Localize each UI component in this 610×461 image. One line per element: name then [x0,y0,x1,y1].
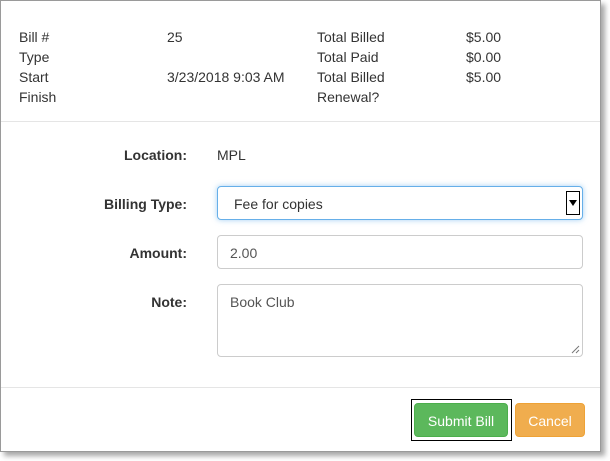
footer-divider [1,387,600,388]
total-billed-label: Total Billed [317,29,385,45]
caret-down-icon[interactable] [566,191,580,215]
total-paid-value: $0.00 [466,49,502,65]
resize-grip-icon[interactable] [571,345,580,354]
start-value: 3/23/2018 9:03 AM [167,69,285,85]
total-billed-renewal-label-line2: Renewal? [317,89,380,105]
summary-divider [1,121,600,122]
amount-input[interactable]: 2.00 [217,235,583,269]
total-paid-label: Total Paid [317,49,379,65]
start-label: Start [19,69,49,85]
note-textarea-value: Book Club [230,294,295,310]
billing-type-label: Billing Type: [104,196,187,212]
bill-number-value: 25 [167,29,183,45]
total-billed-renewal-label-line1: Total Billed [317,69,385,85]
cancel-button[interactable]: Cancel [515,403,585,437]
amount-input-value: 2.00 [230,245,258,261]
bill-number-label: Bill # [19,29,50,45]
location-label: Location: [124,147,187,163]
bill-summary: Bill # 25 Total Billed $5.00 Type Total … [1,1,600,121]
billing-type-select[interactable]: Fee for copies [217,186,583,220]
type-label: Type [19,49,50,65]
amount-label: Amount: [129,245,187,261]
note-textarea[interactable]: Book Club [217,284,583,357]
note-label: Note: [151,294,187,310]
location-value: MPL [217,147,246,163]
total-billed-renewal-value: $5.00 [466,69,502,85]
bill-dialog: Bill # 25 Total Billed $5.00 Type Total … [0,0,601,452]
billing-type-selected: Fee for copies [234,196,323,212]
finish-label: Finish [19,89,57,105]
total-billed-value: $5.00 [466,29,502,45]
submit-bill-button[interactable]: Submit Bill [414,403,508,437]
